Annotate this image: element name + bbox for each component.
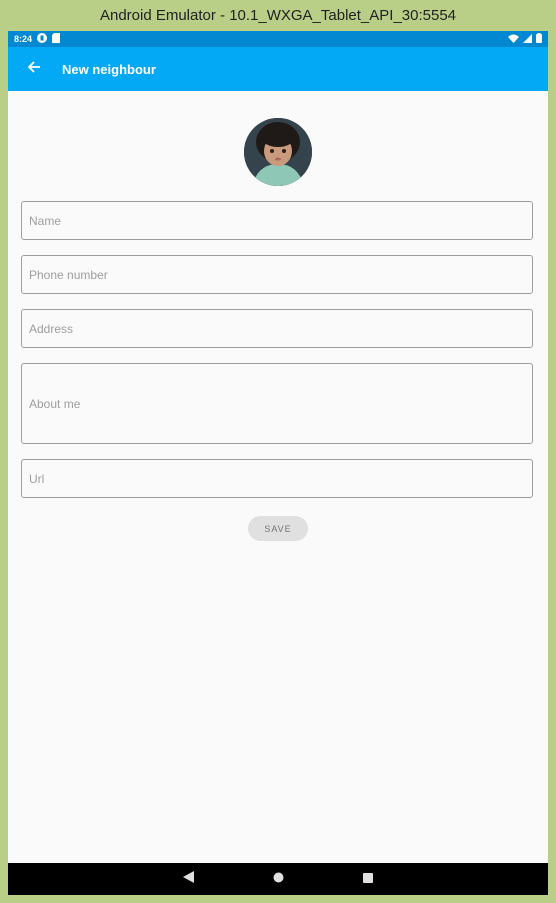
nav-recents-button[interactable] [323,863,413,895]
about-field[interactable] [21,363,533,444]
status-time: 8:24 [14,34,33,44]
url-field[interactable] [21,459,533,498]
name-input[interactable] [22,202,532,239]
app-bar: New neighbour [8,47,548,91]
save-button[interactable]: SAVE [248,516,308,541]
about-input[interactable] [22,364,532,443]
back-button[interactable] [22,57,46,81]
nav-home-button[interactable] [233,863,323,895]
emulator-window-title: Android Emulator - 10.1_WXGA_Tablet_API_… [99,7,457,24]
status-bar: 8:24 [8,31,548,47]
app-notification-icon [37,33,48,45]
name-field[interactable] [21,201,533,240]
device-screen: 8:24 New neighbour Name Phone number Add… [8,31,548,895]
wifi-icon [508,34,519,45]
page-title: New neighbour [62,61,156,77]
square-recents-icon [363,870,373,888]
phone-input[interactable] [22,256,532,293]
triangle-back-icon [182,870,194,888]
status-right-icons [508,33,542,45]
arrow-left-icon [27,60,41,79]
navigation-bar [8,863,548,895]
signal-icon [523,33,532,45]
battery-icon [536,33,542,45]
avatar[interactable] [244,118,312,186]
address-input[interactable] [22,310,532,347]
address-field[interactable] [21,309,533,348]
url-input[interactable] [22,460,532,497]
nav-back-button[interactable] [143,863,233,895]
phone-field[interactable] [21,255,533,294]
sd-card-icon [52,33,61,45]
circle-home-icon [273,870,284,888]
